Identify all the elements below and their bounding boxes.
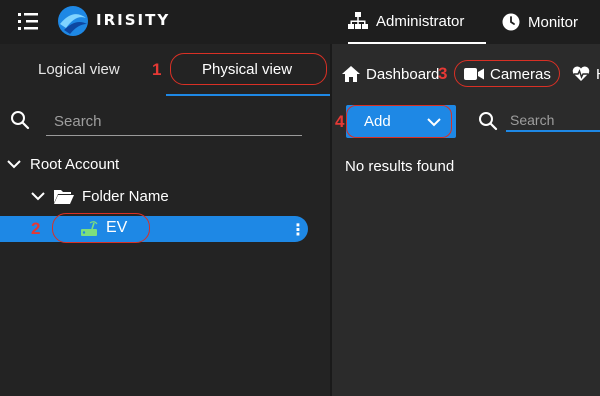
tree-search-field (46, 108, 302, 136)
more-vert-icon[interactable]: ⋮ (290, 220, 306, 240)
tab-logical-view[interactable]: Logical view (38, 61, 120, 78)
chevron-down-icon[interactable] (30, 190, 46, 202)
annotation-highlight-physical-view (170, 53, 327, 85)
search-icon (478, 111, 498, 136)
brand-name: IRISITY (96, 11, 171, 29)
tree-item-device-ev[interactable]: EV ⋮ (0, 216, 308, 242)
annotation-number-1: 1 (152, 60, 162, 79)
tree-item-root-label: Root Account (30, 155, 120, 173)
nav-administrator[interactable]: Administrator (348, 0, 486, 44)
active-tab-indicator (166, 94, 330, 96)
menu-icon[interactable] (18, 11, 40, 31)
tree-search-input[interactable] (46, 108, 302, 135)
tree-item-folder[interactable]: Folder Name (30, 184, 169, 208)
annotation-number-2: 2 (31, 219, 41, 238)
camera-search-input[interactable] (506, 110, 600, 130)
nav-monitor[interactable]: Monitor (502, 0, 578, 44)
tab-health-label: H (596, 66, 600, 83)
search-icon (10, 110, 30, 135)
annotation-highlight-add-button (346, 105, 452, 138)
content-panel (332, 44, 600, 396)
tree-item-folder-label: Folder Name (82, 187, 169, 205)
annotation-highlight-cameras-tab (454, 60, 560, 87)
annotation-number-4: 4 (335, 112, 345, 131)
clock-icon (502, 13, 520, 31)
folder-open-icon (54, 190, 74, 204)
nav-monitor-label: Monitor (528, 13, 579, 31)
sitemap-icon (348, 12, 368, 29)
heartbeat-icon (572, 66, 590, 81)
annotation-number-3: 3 (438, 64, 448, 83)
nav-administrator-label: Administrator (376, 12, 465, 30)
irisity-logo-icon (56, 4, 90, 38)
home-icon (342, 66, 360, 82)
chevron-down-icon[interactable] (6, 158, 22, 170)
annotation-highlight-device (52, 213, 150, 243)
tab-dashboard[interactable]: Dashboard (342, 62, 439, 86)
camera-search-field (506, 110, 600, 132)
tab-dashboard-label: Dashboard (366, 65, 440, 83)
tab-health[interactable]: H (572, 62, 600, 86)
empty-results-message: No results found (345, 158, 455, 175)
tree-item-root-account[interactable]: Root Account (6, 152, 119, 176)
